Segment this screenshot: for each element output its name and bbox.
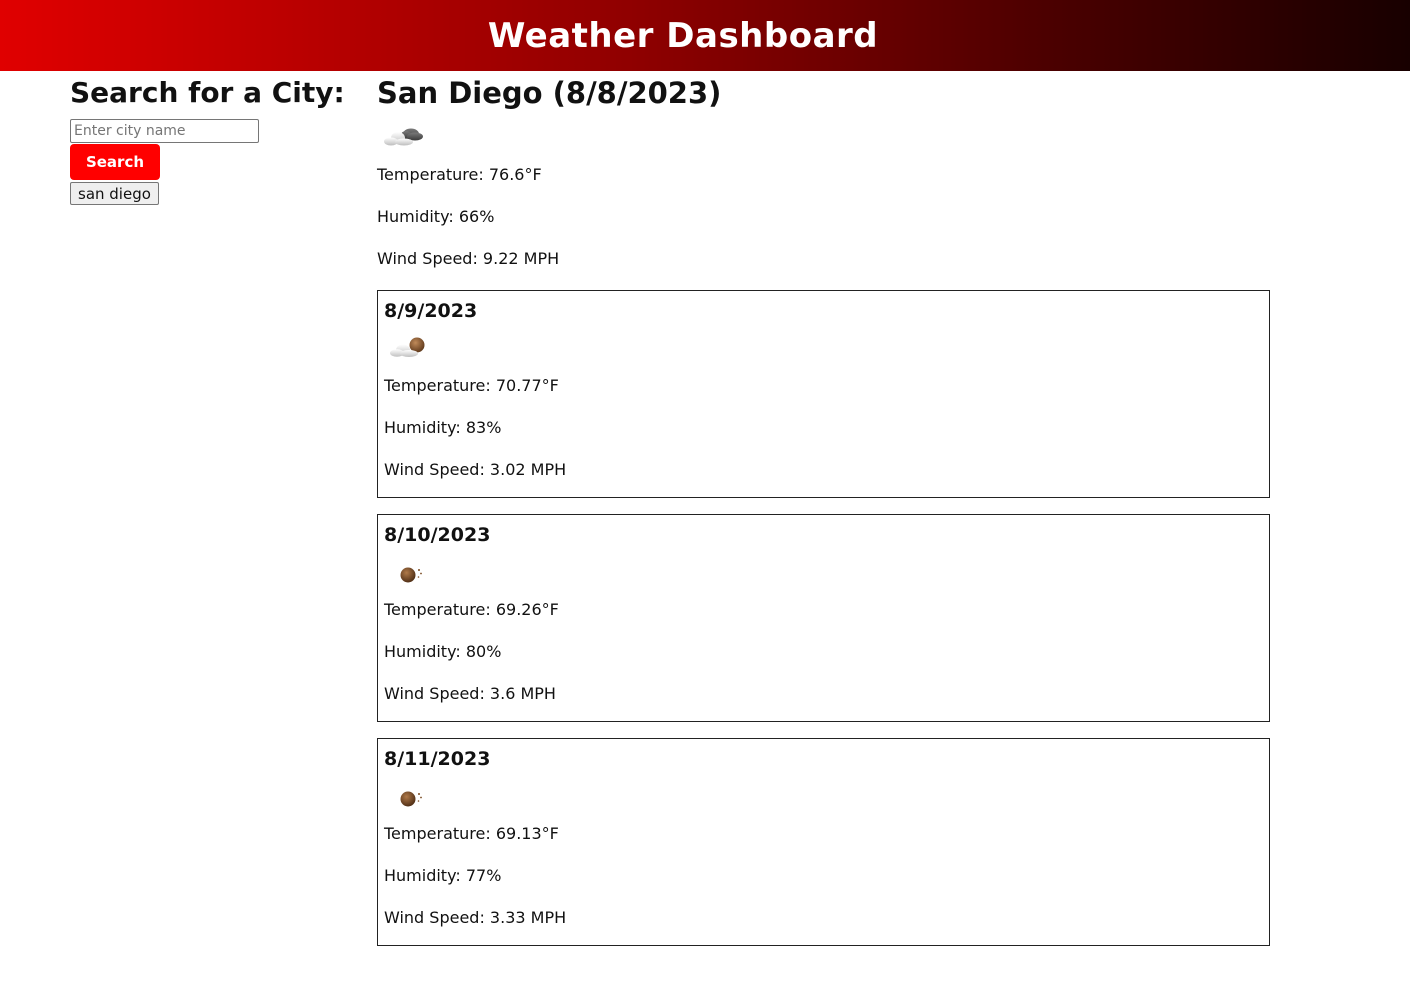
current-wind-speed: Wind Speed: 9.22 MPH bbox=[377, 249, 560, 268]
weather-main: San Diego (8/8/2023) Temperature: 76.6°F… bbox=[377, 74, 1270, 946]
current-humidity: Humidity: 66% bbox=[377, 207, 495, 226]
forecast-wind-speed: Wind Speed: 3.33 MPH bbox=[384, 908, 567, 927]
clear-sky-night-icon bbox=[400, 567, 422, 583]
page-header: Weather Dashboard bbox=[0, 0, 1410, 71]
search-heading: Search for a City: bbox=[70, 76, 345, 109]
forecast-date: 8/9/2023 bbox=[384, 300, 478, 322]
history-city-button[interactable]: san diego bbox=[70, 182, 159, 205]
forecast-wind-speed: Wind Speed: 3.6 MPH bbox=[384, 684, 556, 703]
forecast-card: 8/9/2023 Temperature: 70.77°F Humidity: … bbox=[377, 290, 1270, 498]
forecast-card: 8/11/2023 Temperature: 69.13°F Humidity:… bbox=[377, 738, 1270, 946]
current-weather: San Diego (8/8/2023) Temperature: 76.6°F… bbox=[377, 74, 1270, 270]
current-city-heading: San Diego (8/8/2023) bbox=[377, 76, 722, 110]
broken-clouds-icon bbox=[384, 128, 423, 146]
city-search-input[interactable] bbox=[70, 119, 259, 143]
forecast-temperature: Temperature: 69.13°F bbox=[384, 824, 559, 843]
forecast-humidity: Humidity: 77% bbox=[384, 866, 502, 885]
forecast-temperature: Temperature: 70.77°F bbox=[384, 376, 559, 395]
forecast-date: 8/10/2023 bbox=[384, 524, 491, 546]
search-button[interactable]: Search bbox=[70, 144, 160, 180]
forecast-date: 8/11/2023 bbox=[384, 748, 491, 770]
forecast-humidity: Humidity: 83% bbox=[384, 418, 502, 437]
search-sidebar: Search for a City: Search san diego bbox=[70, 74, 360, 205]
forecast-card: 8/10/2023 Temperature: 69.26°F Humidity:… bbox=[377, 514, 1270, 722]
forecast-wind-speed: Wind Speed: 3.02 MPH bbox=[384, 460, 567, 479]
forecast-temperature: Temperature: 69.26°F bbox=[384, 600, 559, 619]
forecast-humidity: Humidity: 80% bbox=[384, 642, 502, 661]
clear-sky-night-icon bbox=[400, 791, 422, 807]
current-temperature: Temperature: 76.6°F bbox=[377, 165, 542, 184]
page-title: Weather Dashboard bbox=[487, 15, 879, 56]
few-clouds-night-icon bbox=[390, 337, 425, 357]
